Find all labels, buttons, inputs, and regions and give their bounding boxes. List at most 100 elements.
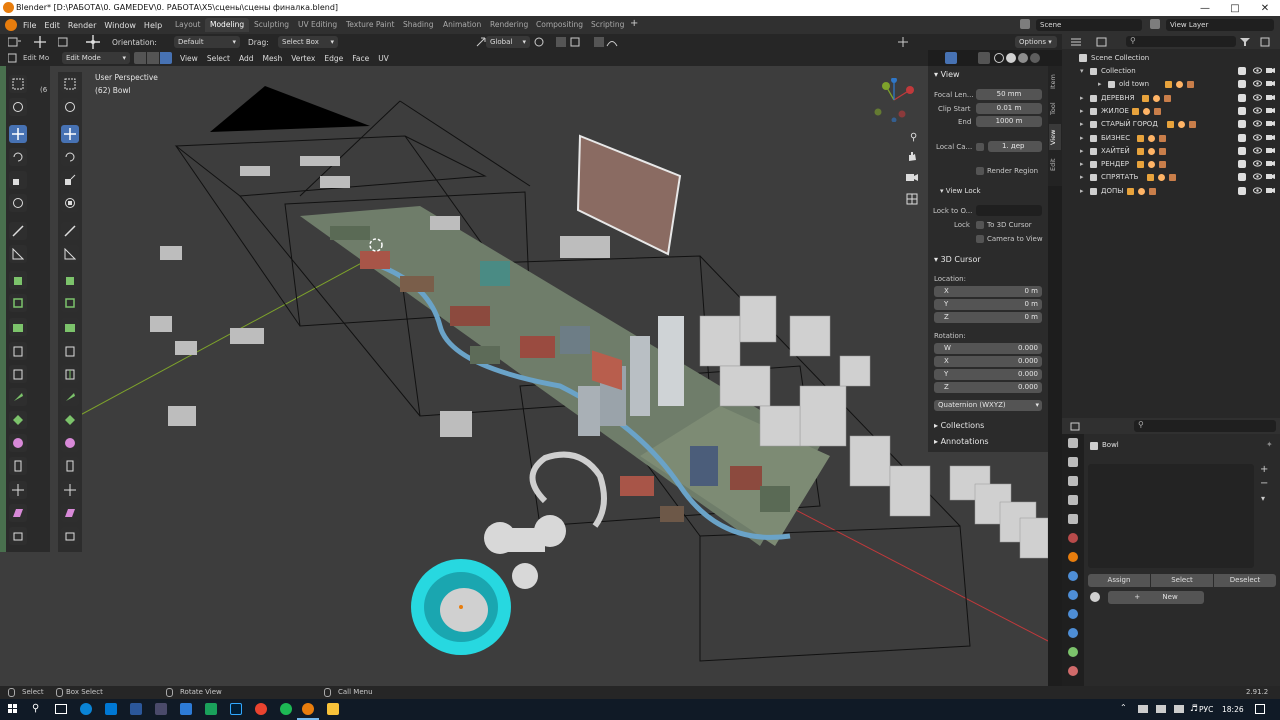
collections-section-title[interactable]: ▸ Collections (934, 421, 984, 430)
outliner-row[interactable]: ▸ ДЕРЕВНЯ (1062, 92, 1280, 105)
navigation-gizmo[interactable] (872, 77, 916, 123)
tab-view[interactable]: View (1049, 124, 1061, 150)
assign-button[interactable]: Assign (1088, 574, 1150, 587)
windows-start-icon[interactable] (8, 704, 18, 714)
chrome-icon[interactable] (255, 703, 267, 715)
exclude-checkbox[interactable] (1238, 147, 1246, 155)
rendered-shading-icon[interactable] (1030, 53, 1040, 63)
poly-build-tool-button-2[interactable] (9, 411, 27, 429)
knife-tool-button[interactable] (61, 388, 79, 406)
menu-window[interactable]: Window (104, 21, 136, 30)
annotations-section-title[interactable]: ▸ Annotations (934, 437, 989, 446)
edge-select-icon[interactable] (147, 52, 159, 64)
expand-arrow-right-icon[interactable]: ▸ (1098, 80, 1102, 88)
scale-tool-button-2[interactable] (9, 171, 27, 189)
shrink-fatten-tool-button[interactable] (61, 481, 79, 499)
pin-icon[interactable]: ✦ (1266, 440, 1273, 449)
visibility-eye-icon[interactable] (1253, 120, 1262, 127)
orientation-dropdown[interactable]: Default ▾ (174, 36, 240, 48)
modifier-props-icon[interactable] (1068, 571, 1078, 581)
transform-tool-icon[interactable] (86, 35, 100, 49)
visibility-eye-icon[interactable] (1253, 147, 1262, 154)
constraints-props-icon[interactable] (1068, 628, 1078, 638)
camera-view-icon[interactable] (906, 172, 918, 182)
transform-tool-button-2[interactable] (9, 194, 27, 212)
add-cube-tool-button-2[interactable] (9, 271, 27, 289)
material-props-icon[interactable] (1068, 666, 1078, 676)
menu-edit[interactable]: Edit (44, 21, 60, 30)
calculator-icon[interactable] (130, 703, 142, 715)
xray-icon[interactable] (978, 52, 990, 64)
tool-props-icon[interactable] (1068, 438, 1078, 448)
cursor-location-z-field[interactable]: Z 0 m (934, 312, 1042, 323)
scene-selector[interactable]: Scene (1036, 19, 1142, 31)
exclude-checkbox[interactable] (1238, 134, 1246, 142)
exclude-checkbox[interactable] (1238, 187, 1246, 195)
scene-props-icon[interactable] (1068, 514, 1078, 524)
cursor-location-y-field[interactable]: Y 0 m (934, 299, 1042, 310)
world-props-icon[interactable] (1068, 533, 1078, 543)
move-tool-button[interactable] (61, 125, 79, 143)
display-mode-icon[interactable] (1096, 37, 1108, 47)
smooth-tool-button[interactable] (61, 457, 79, 475)
expand-arrow-right-icon[interactable]: ▸ (1080, 160, 1084, 168)
gizmo-toggle-icon[interactable] (898, 37, 908, 47)
tab-tool[interactable]: Tool (1049, 98, 1061, 120)
select-box-tool-button-2[interactable] (9, 75, 27, 93)
editor-type-icon-2[interactable] (57, 37, 72, 47)
deselect-button[interactable]: Deselect (1214, 574, 1276, 587)
shear-tool-button[interactable] (61, 504, 79, 522)
close-icon[interactable]: ✕ (1250, 0, 1280, 16)
cursor-location-x-field[interactable]: X 0 m (934, 286, 1042, 297)
editor-type-icon[interactable] (7, 37, 22, 47)
cursor-rotation-z-field[interactable]: Z 0.000 (934, 382, 1042, 393)
rip-tool-button-2[interactable] (9, 527, 27, 545)
menu-edge[interactable]: Edge (324, 54, 343, 63)
cursor-tool-button-2[interactable] (9, 98, 27, 116)
menu-select[interactable]: Select (207, 54, 230, 63)
local-camera-checkbox[interactable] (976, 143, 984, 151)
menu-mesh[interactable]: Mesh (262, 54, 282, 63)
blender-taskbar-icon[interactable] (302, 703, 314, 715)
menu-render[interactable]: Render (68, 21, 96, 30)
menu-face[interactable]: Face (352, 54, 369, 63)
select-box-tool-button[interactable] (61, 75, 79, 93)
tab-sculpting[interactable]: Sculpting (249, 18, 294, 32)
transform-tool-button[interactable] (61, 194, 79, 212)
wireframe-shading-icon[interactable] (994, 53, 1004, 63)
bevel-tool-button-2[interactable] (9, 342, 27, 360)
material-browse-icon[interactable] (1090, 592, 1100, 602)
inset-tool-button-2[interactable] (9, 318, 27, 336)
object-props-icon[interactable] (1068, 552, 1078, 562)
tray-expand-icon[interactable]: ⌃ (1120, 703, 1127, 712)
file-explorer-icon[interactable] (327, 703, 339, 715)
network-icon[interactable] (1138, 705, 1148, 713)
add-cube-tool-button[interactable] (61, 271, 79, 289)
tab-texture-paint[interactable]: Texture Paint (341, 18, 399, 32)
view-lock-title[interactable]: ▾ View Lock (940, 187, 981, 195)
exclude-checkbox[interactable] (1238, 160, 1246, 168)
shrink-fatten-tool-button-2[interactable] (9, 481, 27, 499)
render-camera-icon[interactable] (1266, 80, 1275, 87)
properties-editor-icon[interactable] (1070, 422, 1082, 431)
outliner-row[interactable]: ▸ ДОПЫ (1062, 185, 1280, 198)
cursor-tool-button[interactable] (61, 98, 79, 116)
3d-cursor-section-title[interactable]: ▾ 3D Cursor (934, 255, 981, 264)
render-region-checkbox[interactable] (976, 167, 984, 175)
visibility-eye-icon[interactable] (1253, 107, 1262, 114)
blender-menu-icon[interactable] (5, 19, 17, 31)
outliner-editor-icon[interactable] (1070, 37, 1082, 47)
new-material-button[interactable]: + New (1108, 591, 1204, 604)
expand-arrow-right-icon[interactable]: ▸ (1080, 134, 1084, 142)
tab-item[interactable]: Item (1049, 70, 1061, 94)
notifications-icon[interactable] (1255, 704, 1265, 714)
expand-arrow-right-icon[interactable]: ▸ (1080, 187, 1084, 195)
menu-file[interactable]: File (23, 21, 36, 30)
material-shading-icon[interactable] (1018, 53, 1028, 63)
outliner-row[interactable]: ▸ ЖИЛОЕ (1062, 105, 1280, 118)
spotify-icon[interactable] (280, 703, 292, 715)
cursor-rotation-y-field[interactable]: Y 0.000 (934, 369, 1042, 380)
outliner-row[interactable]: ▸ old town (1062, 78, 1280, 91)
outliner-row[interactable]: ▸ БИЗНЕС (1062, 132, 1280, 145)
rip-tool-button[interactable] (61, 527, 79, 545)
